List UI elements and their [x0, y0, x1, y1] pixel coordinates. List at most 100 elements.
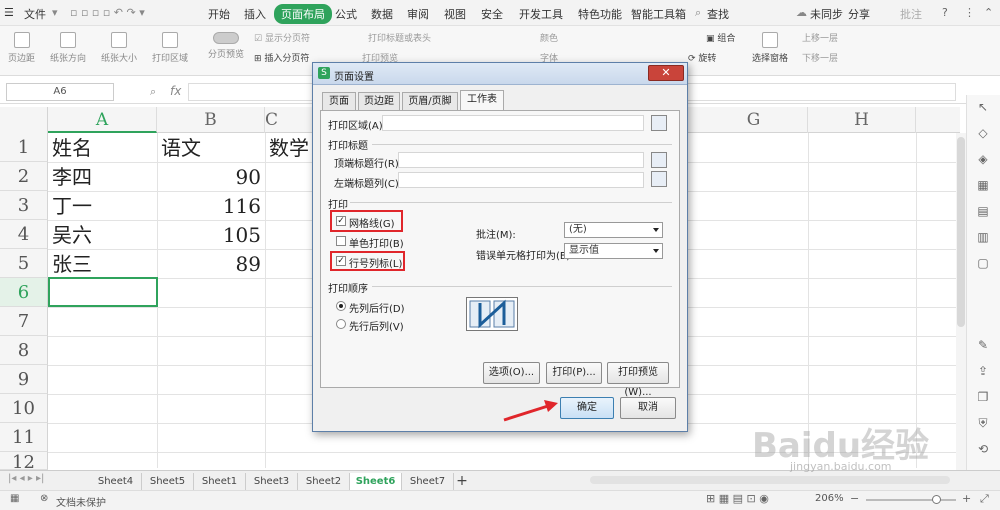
add-sheet-button[interactable]: +: [454, 473, 470, 490]
order-over-radio[interactable]: [336, 319, 346, 329]
sheet-tab[interactable]: Sheet5: [142, 473, 194, 490]
cloud-icon[interactable]: ☁: [796, 6, 807, 19]
tab-sheet[interactable]: 工作表: [460, 90, 504, 111]
sheet-tab[interactable]: Sheet3: [246, 473, 298, 490]
shape-icon[interactable]: ◇: [976, 126, 990, 140]
colors-button[interactable]: 颜色: [540, 31, 558, 44]
cell-b5[interactable]: 89: [157, 250, 261, 279]
row-header-1[interactable]: 1: [0, 133, 48, 162]
zoom-search-icon[interactable]: ⌕: [150, 85, 156, 99]
scroll-thumb[interactable]: [957, 137, 965, 327]
sheet-tab[interactable]: Sheet4: [90, 473, 142, 490]
tab-header-footer[interactable]: 页眉/页脚: [402, 92, 458, 110]
options-button[interactable]: 选项(O)...: [483, 362, 540, 384]
cell-c1[interactable]: 数学: [269, 134, 313, 163]
zoom-in-icon[interactable]: +: [962, 492, 971, 505]
search-label[interactable]: 查找: [707, 6, 729, 22]
group-button[interactable]: ▣ 组合: [706, 31, 735, 44]
row-header-11[interactable]: 11: [0, 423, 48, 452]
menu-item-review[interactable]: 审阅: [407, 6, 429, 22]
cell-b1[interactable]: 语文: [161, 134, 201, 163]
cancel-button[interactable]: 取消: [620, 397, 676, 419]
ribbon-print-area[interactable]: 打印区域: [152, 32, 188, 64]
show-pagebreak-toggle[interactable]: ☑ 显示分页符: [254, 31, 310, 44]
row-header-2[interactable]: 2: [0, 162, 48, 191]
menu-item-data[interactable]: 数据: [371, 6, 393, 22]
zoom-slider[interactable]: [866, 499, 956, 501]
column-header-b[interactable]: B: [157, 107, 265, 133]
help-icon[interactable]: ?: [942, 6, 948, 19]
collapse-icon[interactable]: ⌃: [984, 6, 993, 19]
zoom-out-icon[interactable]: −: [850, 492, 859, 505]
menu-item-devtools[interactable]: 开发工具: [519, 6, 563, 22]
view-mode-icons[interactable]: ⊞ ▦ ▤ ⊡ ◉: [706, 492, 769, 505]
cell-a5[interactable]: 张三: [52, 250, 92, 279]
top-rows-input[interactable]: [398, 152, 644, 168]
ok-button[interactable]: 确定: [560, 397, 614, 419]
mono-checkbox[interactable]: [336, 236, 346, 246]
cell-a1[interactable]: 姓名: [52, 134, 92, 163]
chart-icon[interactable]: ▥: [976, 230, 990, 244]
active-cell-a6[interactable]: [48, 277, 158, 307]
print-titles-button[interactable]: 打印标题或表头: [368, 31, 431, 44]
print-preview-button[interactable]: 打印预览(W)...: [607, 362, 669, 398]
menu-item-toolbox[interactable]: 智能工具箱: [631, 6, 686, 22]
table-icon[interactable]: ▦: [976, 178, 990, 192]
history-icon[interactable]: ⟲: [976, 442, 990, 456]
menu-icon[interactable]: ☰: [4, 6, 14, 19]
ribbon-orientation[interactable]: 纸张方向: [50, 32, 86, 64]
row-header-12[interactable]: 12: [0, 452, 48, 470]
more-icon[interactable]: ⋮: [964, 6, 975, 19]
sheet-tab[interactable]: Sheet2: [298, 473, 350, 490]
print-area-input[interactable]: [382, 115, 644, 131]
ribbon-margins[interactable]: 页边距: [8, 32, 35, 64]
file-menu[interactable]: 文件: [24, 6, 46, 22]
comment-label[interactable]: 批注: [900, 6, 922, 22]
column-header-g[interactable]: G: [700, 107, 808, 133]
search-icon[interactable]: ⌕: [695, 6, 701, 20]
bring-forward-button[interactable]: 上移一层: [802, 31, 838, 44]
horizontal-scrollbar[interactable]: [590, 476, 950, 484]
macro-icon[interactable]: ▦: [10, 493, 19, 504]
print-button[interactable]: 打印(P)...: [546, 362, 602, 384]
row-header-6[interactable]: 6: [0, 278, 48, 307]
chevron-down-icon[interactable]: ▾: [52, 6, 58, 19]
protect-status[interactable]: 文档未保护: [56, 494, 106, 509]
cell-a2[interactable]: 李四: [52, 163, 92, 192]
row-header-10[interactable]: 10: [0, 394, 48, 423]
quick-access-icons[interactable]: ▫ ▫ ▫ ▫ ↶ ↷ ▾: [70, 6, 145, 19]
row-header-7[interactable]: 7: [0, 307, 48, 336]
image-icon[interactable]: ▢: [976, 256, 990, 270]
insert-pagebreak-button[interactable]: ⊞ 插入分页符: [254, 51, 309, 64]
row-header-3[interactable]: 3: [0, 191, 48, 220]
fill-icon[interactable]: ◈: [976, 152, 990, 166]
edit-icon[interactable]: ✎: [976, 338, 990, 352]
selection-pane-button[interactable]: 选择窗格: [752, 32, 788, 64]
cell-b3[interactable]: 116: [157, 192, 261, 221]
sheet-tab-active[interactable]: Sheet6: [350, 473, 402, 490]
layout-icon[interactable]: ▤: [976, 204, 990, 218]
send-backward-button[interactable]: 下移一层: [802, 51, 838, 64]
tab-page[interactable]: 页面: [322, 92, 356, 110]
order-down-radio[interactable]: [336, 301, 346, 311]
sheet-tab[interactable]: Sheet7: [402, 473, 454, 490]
column-header-h[interactable]: H: [808, 107, 916, 133]
pointer-icon[interactable]: ↖: [976, 100, 990, 114]
zoom-level[interactable]: 206%: [815, 493, 844, 504]
copy-icon[interactable]: ❐: [976, 390, 990, 404]
menu-item-view[interactable]: 视图: [444, 6, 466, 22]
sync-label[interactable]: 未同步: [810, 6, 843, 22]
menu-item-start[interactable]: 开始: [208, 6, 230, 22]
comments-select[interactable]: (无): [564, 222, 663, 238]
share-label[interactable]: 分享: [848, 6, 870, 22]
ribbon-size[interactable]: 纸张大小: [101, 32, 137, 64]
zoom-slider-handle[interactable]: [932, 495, 941, 504]
row-header-9[interactable]: 9: [0, 365, 48, 394]
row-header-8[interactable]: 8: [0, 336, 48, 365]
share-side-icon[interactable]: ⇪: [976, 364, 990, 378]
sheet-nav-icons[interactable]: |◂ ◂ ▸ ▸|: [8, 473, 44, 484]
column-header-a[interactable]: A: [48, 107, 157, 133]
fx-label[interactable]: fx: [170, 84, 181, 98]
sheet-tab[interactable]: Sheet1: [194, 473, 246, 490]
cell-b4[interactable]: 105: [157, 221, 261, 250]
